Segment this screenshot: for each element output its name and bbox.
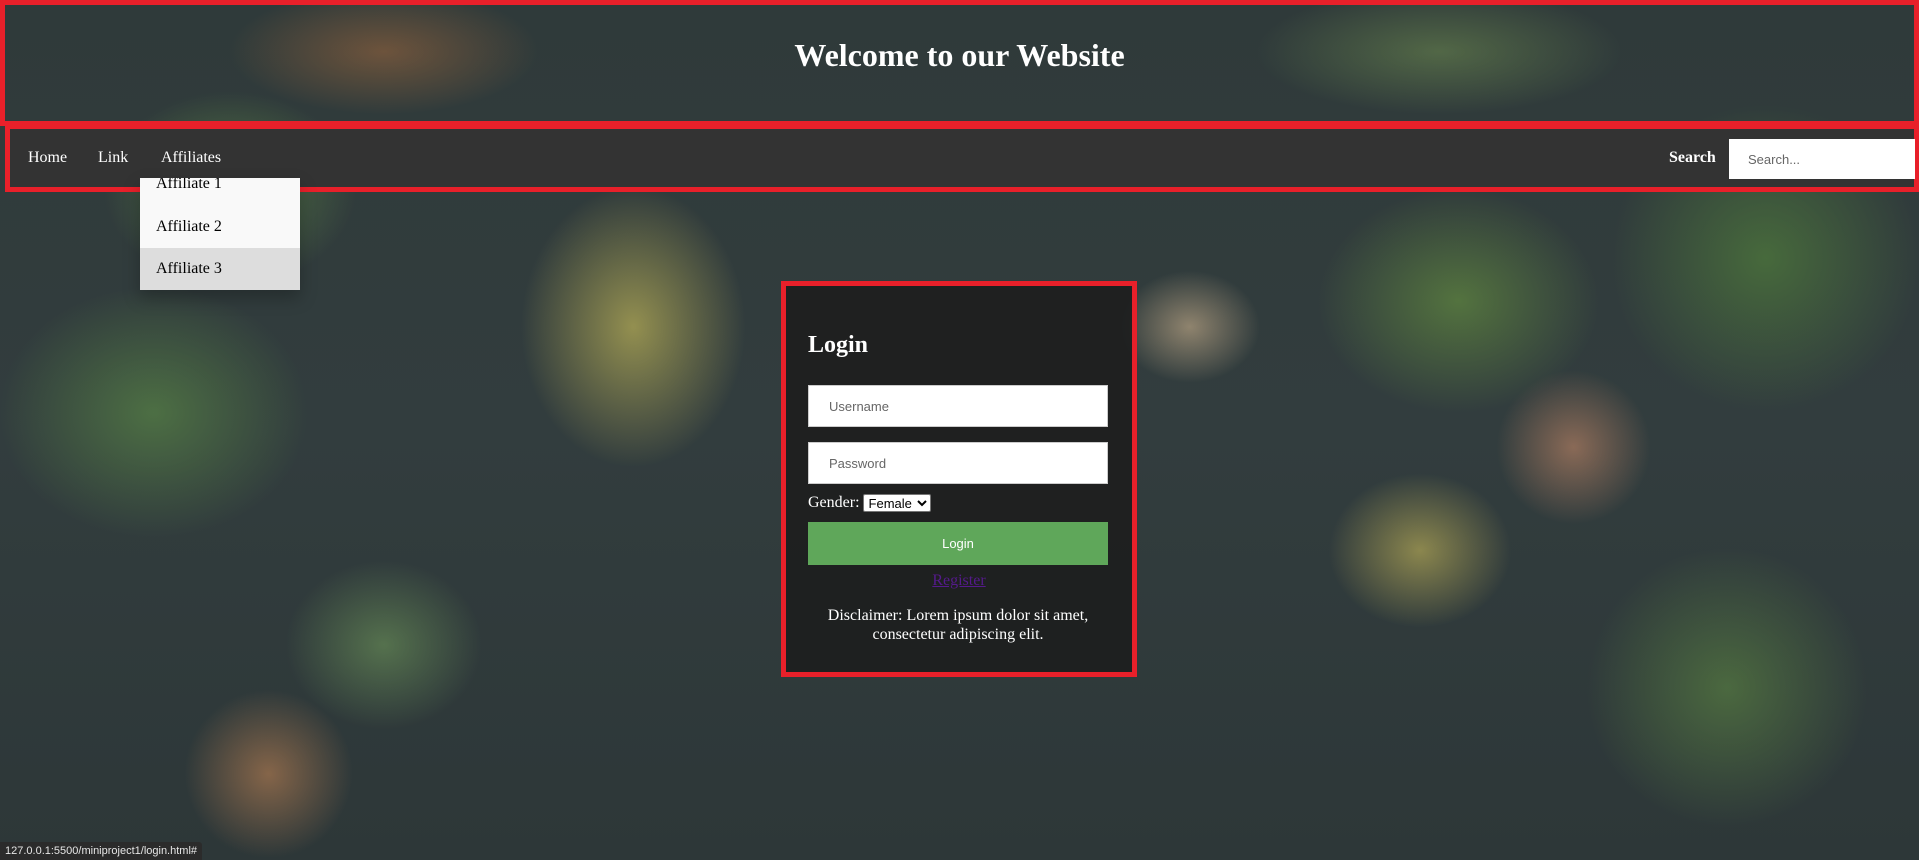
- login-form: Login Gender: Female Login Register Disc…: [781, 281, 1137, 677]
- gender-label: Gender:: [808, 494, 860, 511]
- dropdown-item-affiliate-1[interactable]: Affiliate 1: [140, 178, 300, 206]
- nav-item-home[interactable]: Home: [28, 149, 67, 167]
- affiliates-dropdown: Affiliate 1 Affiliate 2 Affiliate 3: [140, 178, 300, 290]
- nav-item-link[interactable]: Link: [98, 149, 128, 167]
- register-link[interactable]: Register: [786, 572, 1132, 590]
- search-label: Search: [1669, 149, 1716, 166]
- dropdown-item-affiliate-3[interactable]: Affiliate 3: [140, 248, 300, 290]
- disclaimer-text: Disclaimer: Lorem ipsum dolor sit amet, …: [827, 607, 1089, 643]
- username-field[interactable]: [808, 385, 1108, 427]
- gender-select[interactable]: Female: [862, 494, 931, 512]
- login-title: Login: [808, 332, 869, 358]
- dropdown-item-affiliate-2[interactable]: Affiliate 2: [140, 206, 300, 248]
- site-header: Welcome to our Website: [0, 0, 1919, 126]
- login-button[interactable]: Login: [808, 522, 1108, 565]
- nav-item-affiliates[interactable]: Affiliates: [161, 149, 221, 167]
- status-bar-url: 127.0.0.1:5500/miniproject1/login.html#: [0, 842, 203, 860]
- page-title: Welcome to our Website: [794, 36, 1125, 73]
- password-field[interactable]: [808, 442, 1108, 484]
- search-input[interactable]: [1729, 139, 1915, 179]
- gender-row: Gender: Female: [808, 494, 931, 512]
- dropdown-item-label: Affiliate 1: [156, 178, 222, 192]
